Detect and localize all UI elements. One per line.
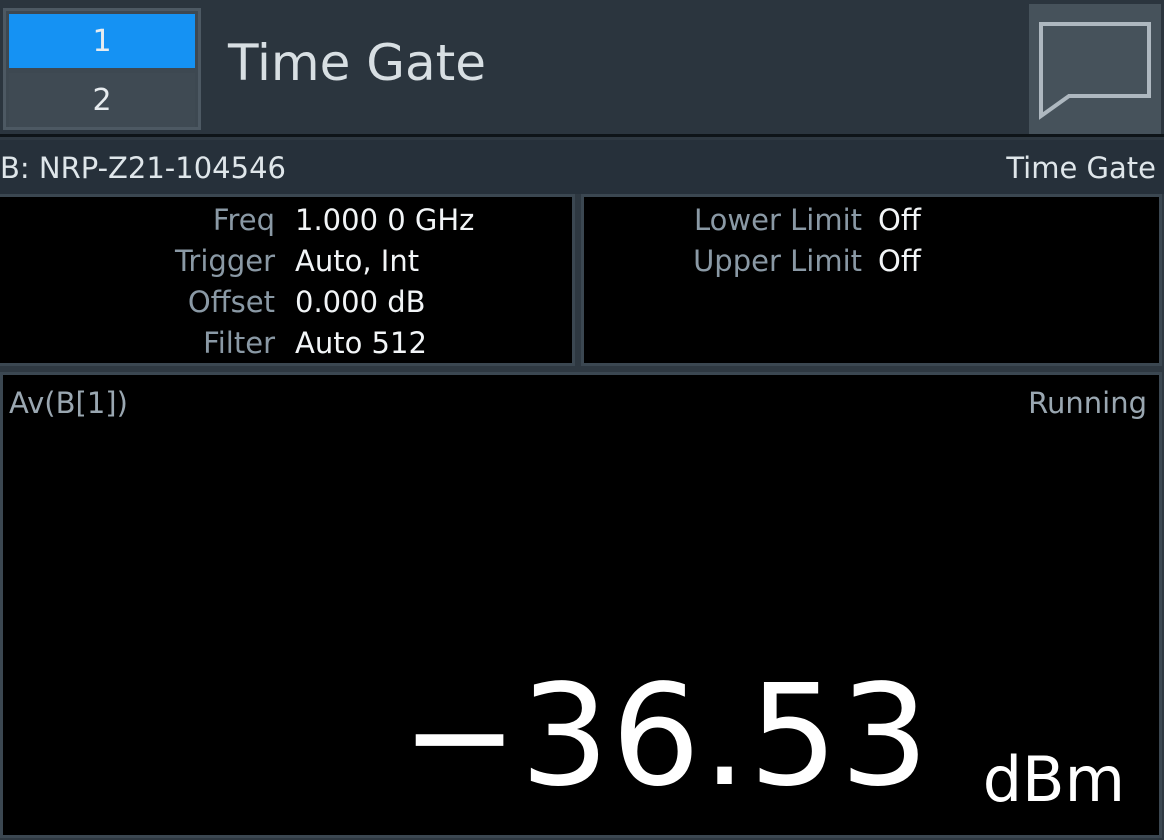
measurement-status: Running [1028, 386, 1147, 420]
offset-value: 0.000 dB [295, 285, 426, 319]
freq-row: Freq 1.000 0 GHz [0, 200, 572, 240]
freq-label: Freq [212, 203, 275, 237]
measurement-mode: Time Gate [1006, 151, 1156, 185]
filter-row: Filter Auto 512 [0, 323, 572, 363]
message-button[interactable] [1029, 4, 1161, 134]
offset-label: Offset [187, 285, 275, 319]
measurement-display[interactable]: Av(B[1]) Running −36.53 dBm [0, 372, 1162, 838]
sensor-info-bar: B: NRP-Z21-104546 Time Gate [0, 140, 1164, 194]
tab-2[interactable]: 2 [9, 73, 195, 127]
tab-1[interactable]: 1 [9, 14, 195, 68]
settings-panel[interactable]: Freq 1.000 0 GHz Trigger Auto, Int Offse… [0, 194, 575, 366]
trigger-value: Auto, Int [295, 244, 420, 278]
page-title: Time Gate [228, 34, 487, 92]
measurement-value: −36.53 [400, 655, 931, 818]
trigger-row: Trigger Auto, Int [0, 241, 572, 281]
measurement-unit: dBm [982, 743, 1125, 816]
freq-value: 1.000 0 GHz [295, 203, 475, 237]
lower-limit-row: Lower Limit Off [584, 200, 1159, 240]
header-bar: 1 2 Time Gate [0, 0, 1164, 137]
upper-limit-value: Off [878, 244, 921, 278]
limits-panel[interactable]: Lower Limit Off Upper Limit Off [581, 194, 1162, 366]
measurement-tab-group: 1 2 [3, 8, 201, 130]
sensor-name: B: NRP-Z21-104546 [0, 151, 286, 185]
filter-label: Filter [203, 326, 275, 360]
upper-limit-row: Upper Limit Off [584, 241, 1159, 281]
trigger-label: Trigger [174, 244, 275, 278]
measurement-label: Av(B[1]) [9, 386, 128, 420]
filter-value: Auto 512 [295, 326, 427, 360]
power-meter-screen: 1 2 Time Gate B: NRP-Z21-104546 Time Gat… [0, 0, 1164, 840]
upper-limit-label: Upper Limit [693, 244, 862, 278]
lower-limit-value: Off [878, 203, 921, 237]
chat-bubble-icon [1039, 22, 1151, 120]
lower-limit-label: Lower Limit [694, 203, 862, 237]
offset-row: Offset 0.000 dB [0, 282, 572, 322]
